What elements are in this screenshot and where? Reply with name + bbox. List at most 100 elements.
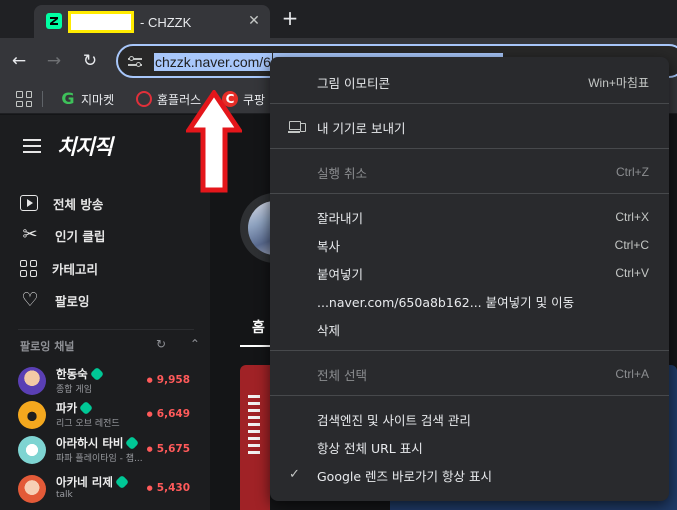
menu-separator [270,103,669,104]
red-up-arrow-annotation [186,90,242,193]
sidebar-item-label: 인기 클립 [55,228,106,244]
back-button[interactable]: ← [8,50,30,72]
verified-badge-icon [114,474,129,490]
menu-item-label: 실행 취소 [317,165,367,181]
tab-strip: - CHZZK ✕ + [0,0,677,38]
menu-item-always-show-full-url[interactable]: 항상 전체 URL 표시 [270,433,669,461]
menu-item-send-to-device[interactable]: 내 기기로 보내기 [270,113,669,141]
channel-name: 한동숙 [56,367,88,381]
redacted-title-box [68,11,134,33]
menu-item-emoji[interactable]: 그림 이모티콘 Win+마침표 [270,68,669,96]
gmarket-icon: G [61,89,75,108]
menu-item-select-all[interactable]: 전체 선택 Ctrl+A [270,360,669,388]
menu-item-paste[interactable]: 붙여넣기 Ctrl+V [270,259,669,287]
menu-item-label: 내 기기로 보내기 [317,120,406,136]
sidebar-item-following[interactable]: ♡ 팔로잉 [20,287,200,313]
sidebar-item-label: 팔로잉 [55,293,90,309]
viewer-count: 9,958 [147,374,190,386]
menu-item-label: Google 렌즈 바로가기 항상 표시 [317,468,492,484]
menu-item-label: 항상 전체 URL 표시 [317,440,423,456]
menu-item-cut[interactable]: 잘라내기 Ctrl+X [270,203,669,231]
following-channel-item[interactable]: 아라하시 타비 파파 플레이타임 - 챕... 5,675 [18,434,194,466]
channel-category: talk [56,490,73,500]
menu-item-label: ...naver.com/650a8b162... 붙여넣기 및 이동 [317,294,575,310]
site-info-icon[interactable] [127,54,143,70]
forward-button[interactable]: → [43,50,65,72]
viewer-count: 6,649 [147,408,190,420]
content-card-thumbnail[interactable] [240,365,270,510]
channel-category: 종합 게임 [56,385,92,395]
following-channels-header: 팔로잉 채널 [20,340,75,353]
channel-category: 파파 플레이타임 - 챕... [56,454,143,464]
viewer-count: 5,675 [147,443,190,455]
menu-item-delete[interactable]: 삭제 [270,315,669,343]
verified-badge-icon [79,400,94,416]
menu-item-shortcut: Ctrl+Z [616,165,649,179]
menu-separator [270,193,669,194]
bookmark-separator [42,91,43,107]
following-channel-item[interactable]: 아카네 리제 talk 5,430 [18,473,194,505]
following-channel-item[interactable]: 한동숙 종합 게임 9,958 [18,365,194,397]
tab-title-text: - CHZZK [140,14,192,30]
menu-item-label: 붙여넣기 [317,266,364,282]
sidebar: 치지직 전체 방송 ✂ 인기 클립 카테고리 ♡ 팔로잉 팔로잉 채널 ↻ ⌃ … [0,115,210,510]
reload-button[interactable]: ↻ [79,50,101,72]
bookmark-gmarket[interactable]: G 지마켓 [60,90,114,108]
menu-item-shortcut: Ctrl+V [615,266,649,280]
checkmark-icon: ✓ [289,467,300,482]
menu-item-google-lens-shortcut[interactable]: ✓ Google 렌즈 바로가기 항상 표시 [270,461,669,489]
tab-title: - CHZZK [68,11,192,33]
menu-separator [270,148,669,149]
menu-item-label: 그림 이모티콘 [317,75,390,91]
menu-item-shortcut: Ctrl+C [614,238,649,252]
menu-separator [270,395,669,396]
new-tab-button[interactable]: + [279,7,301,29]
avatar [18,401,46,429]
sidebar-item-label: 전체 방송 [53,196,104,212]
viewer-count: 5,430 [147,482,190,494]
menu-item-manage-search-engines[interactable]: 검색엔진 및 사이트 검색 관리 [270,405,669,433]
scissors-clip-icon: ✂ [22,224,38,245]
menu-item-label: 검색엔진 및 사이트 검색 관리 [317,412,471,428]
menu-item-label: 전체 선택 [317,367,367,383]
menu-item-shortcut: Ctrl+X [615,210,649,224]
tab-chzzk[interactable]: - CHZZK ✕ [34,5,270,38]
menu-icon[interactable] [23,139,41,153]
sidebar-item-label: 카테고리 [52,261,99,277]
channel-name: 아카네 리제 [56,475,113,489]
menu-item-copy[interactable]: 복사 Ctrl+C [270,231,669,259]
sidebar-item-popular-clips[interactable]: ✂ 인기 클립 [20,222,200,248]
chzzk-favicon-icon [46,13,62,29]
channel-name-row: 아라하시 타비 [56,435,140,451]
menu-item-shortcut: Ctrl+A [615,367,649,381]
chzzk-logo[interactable]: 치지직 [57,131,113,161]
heart-icon: ♡ [21,289,39,311]
menu-item-label: 잘라내기 [317,210,364,226]
tab-active-indicator [240,345,270,347]
following-channel-item[interactable]: 파카 리그 오브 레전드 6,649 [18,399,194,431]
sidebar-item-category[interactable]: 카테고리 [20,255,200,281]
verified-badge-icon [89,366,104,382]
live-play-icon [20,195,38,211]
verified-badge-icon [125,435,140,451]
category-grid-icon [20,259,37,277]
bookmark-label: 쿠팡 [243,92,266,107]
close-icon[interactable]: ✕ [246,13,262,29]
menu-item-paste-and-go[interactable]: ...naver.com/650a8b162... 붙여넣기 및 이동 [270,287,669,315]
tab-home[interactable]: 홈 [252,317,265,337]
sidebar-item-all-live[interactable]: 전체 방송 [20,190,200,216]
channel-category: 리그 오브 레전드 [56,419,120,429]
channel-name-row: 한동숙 [56,366,104,382]
menu-item-label: 삭제 [317,322,341,338]
following-refresh-collapse-icons[interactable]: ↻ ⌃ [156,337,210,351]
apps-grid-icon[interactable] [16,91,32,107]
channel-name: 아라하시 타비 [56,436,124,450]
channel-name-row: 아카네 리제 [56,474,129,490]
menu-item-shortcut: Win+마침표 [588,75,649,90]
context-menu: 그림 이모티콘 Win+마침표 내 기기로 보내기 실행 취소 Ctrl+Z 잘… [270,57,669,501]
url-text[interactable]: chzzk.naver.com/6 [154,53,272,71]
send-to-device-icon [288,120,306,134]
homeplus-icon [136,91,152,107]
channel-name-row: 파카 [56,400,94,416]
menu-item-undo[interactable]: 실행 취소 Ctrl+Z [270,158,669,186]
